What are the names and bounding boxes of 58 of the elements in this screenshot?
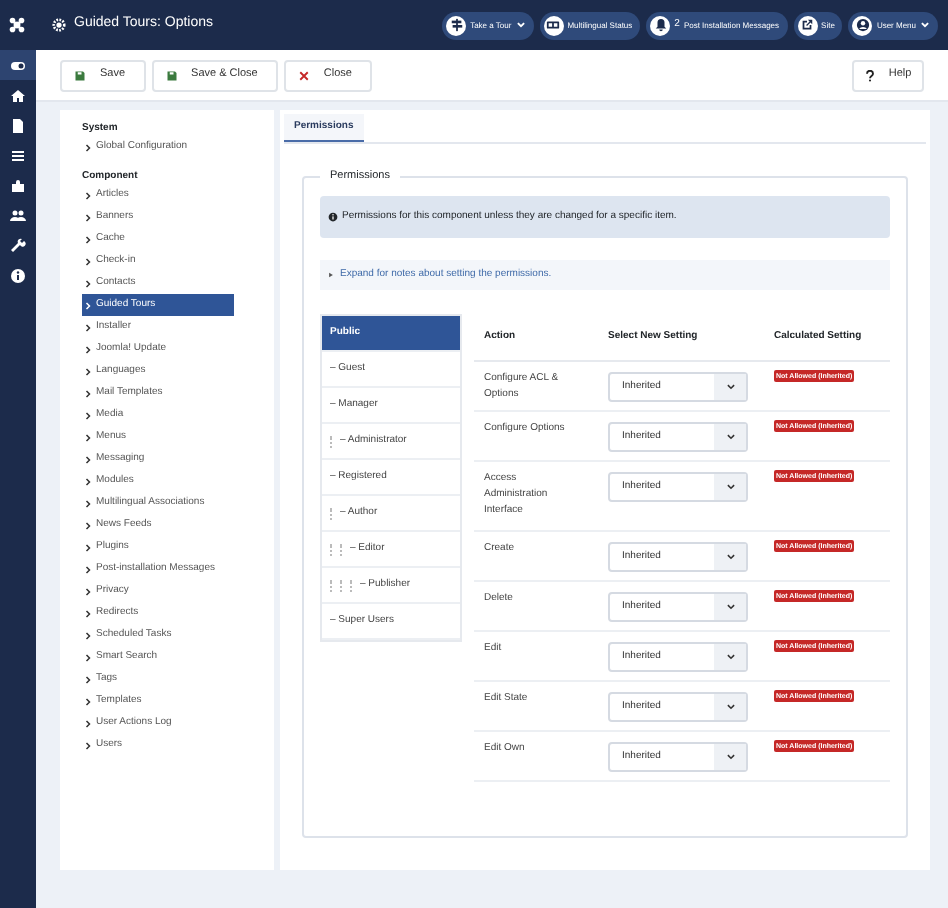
chevron-icon	[84, 301, 92, 309]
info-icon	[328, 212, 338, 222]
chevron-down-icon	[725, 752, 735, 762]
chevron-icon	[84, 477, 92, 485]
chevron-down-icon	[725, 382, 735, 392]
caret-icon	[920, 20, 930, 30]
chevron-icon	[84, 235, 92, 243]
info-icon	[10, 267, 26, 283]
chevron-down-icon	[725, 702, 735, 712]
chevron-icon	[84, 653, 92, 661]
chevron-down-icon	[725, 482, 735, 492]
save-icon	[165, 69, 178, 81]
chevron-icon	[84, 499, 92, 507]
chevron-down-icon	[725, 432, 735, 442]
triangle-icon	[328, 272, 334, 278]
chevron-icon	[84, 609, 92, 617]
external-link-icon	[800, 18, 815, 32]
chevron-icon	[84, 213, 92, 221]
chevron-icon	[84, 191, 92, 199]
question-icon	[864, 69, 877, 81]
chevron-icon	[84, 741, 92, 749]
list-icon	[10, 147, 26, 163]
chevron-icon	[84, 367, 92, 375]
chevron-icon	[84, 543, 92, 551]
chevron-down-icon	[725, 602, 735, 612]
toggle-icon	[10, 57, 26, 73]
close-icon	[297, 69, 310, 81]
chevron-down-icon	[725, 652, 735, 662]
chevron-icon	[84, 587, 92, 595]
user-icon	[855, 18, 870, 32]
caret-icon	[515, 20, 526, 30]
chevron-icon	[84, 719, 92, 727]
gear-icon	[52, 18, 66, 32]
save-icon	[74, 69, 86, 81]
chevron-icon	[84, 389, 92, 397]
file-icon	[10, 117, 26, 133]
signpost-icon	[449, 18, 464, 32]
chevron-down-icon	[725, 552, 735, 562]
chevron-icon	[84, 323, 92, 331]
chevron-icon	[84, 411, 92, 419]
home-icon	[10, 87, 26, 103]
chevron-icon	[84, 279, 92, 287]
wrench-icon	[10, 237, 26, 253]
chevron-icon	[84, 631, 92, 639]
chevron-icon	[84, 143, 92, 151]
chevron-icon	[84, 257, 92, 265]
chevron-icon	[84, 455, 92, 463]
chevron-icon	[84, 433, 92, 441]
puzzle-icon	[10, 177, 26, 193]
bell-icon	[653, 18, 668, 32]
chevron-icon	[84, 697, 92, 705]
chevron-icon	[84, 675, 92, 683]
chevron-icon	[84, 565, 92, 573]
chevron-icon	[84, 345, 92, 353]
logo-icon	[8, 16, 26, 34]
sidebar-item[interactable]	[0, 50, 36, 80]
users-icon	[10, 207, 26, 223]
chevron-icon	[84, 521, 92, 529]
